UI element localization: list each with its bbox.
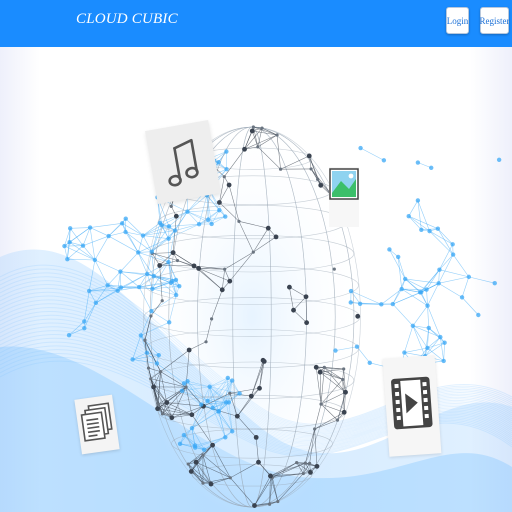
brand-logo[interactable]: CLOUD CUBIC bbox=[76, 11, 178, 28]
document-card bbox=[74, 394, 120, 455]
register-button[interactable]: Register bbox=[480, 7, 510, 34]
document-icon bbox=[80, 402, 113, 442]
music-note-icon bbox=[168, 138, 199, 187]
page: CLOUD CUBIC Login Register bbox=[0, 0, 512, 512]
top-navbar: CLOUD CUBIC Login Register bbox=[0, 0, 512, 47]
video-icon bbox=[391, 376, 433, 430]
image-icon bbox=[329, 168, 359, 200]
hero-illustration bbox=[0, 47, 512, 512]
image-card bbox=[329, 167, 359, 227]
login-button[interactable]: Login bbox=[446, 7, 469, 34]
music-card bbox=[145, 120, 221, 204]
video-card bbox=[382, 355, 442, 457]
